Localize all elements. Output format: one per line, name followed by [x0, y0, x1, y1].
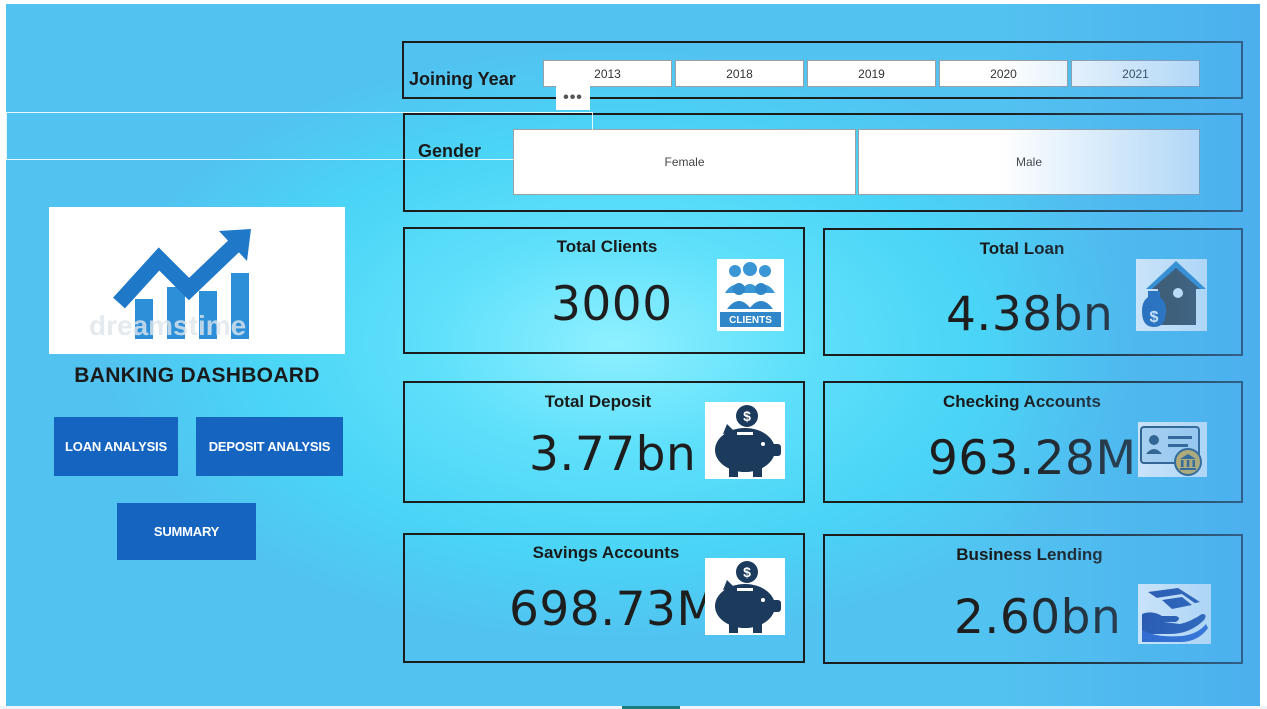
checking-accounts-value: 963.28M [928, 431, 1137, 486]
handshake-money-icon [1138, 584, 1211, 644]
year-option-2019[interactable]: 2019 [807, 60, 936, 87]
dashboard-title: BANKING DASHBOARD [74, 364, 320, 387]
piggy-bank-savings-icon: $ [705, 558, 785, 635]
business-lending-title: Business Lending [956, 545, 1103, 564]
more-options-icon[interactable]: ••• [556, 86, 590, 110]
clients-icon-label: CLIENTS [729, 315, 772, 326]
summary-button[interactable]: SUMMARY [117, 503, 256, 560]
svg-text:$: $ [1150, 309, 1159, 326]
svg-text:$: $ [743, 408, 751, 424]
clients-icon: CLIENTS [717, 259, 784, 331]
house-loan-icon: $ [1136, 259, 1207, 331]
savings-accounts-value: 698.73M [509, 582, 718, 637]
total-clients-value: 3000 [551, 277, 673, 332]
year-option-2018[interactable]: 2018 [675, 60, 804, 87]
joining-year-label: Joining Year [409, 69, 516, 89]
checking-accounts-title: Checking Accounts [942, 392, 1102, 411]
loan-analysis-button[interactable]: LOAN ANALYSIS [54, 417, 178, 476]
total-clients-title: Total Clients [556, 237, 658, 256]
dashboard-canvas: dreamstime BANKING DASHBOARD LOAN ANALYS… [6, 4, 1260, 706]
logo: dreamstime [49, 207, 345, 354]
trend-chart-icon: dreamstime [89, 229, 251, 341]
year-option-2013[interactable]: 2013 [543, 60, 672, 87]
account-card-icon [1138, 422, 1207, 477]
total-loan-value: 4.38bn [946, 287, 1114, 342]
total-loan-title: Total Loan [979, 239, 1065, 258]
business-lending-value: 2.60bn [954, 590, 1122, 645]
logo-watermark: dreamstime [89, 310, 246, 341]
total-deposit-value: 3.77bn [529, 427, 697, 482]
year-option-2020[interactable]: 2020 [939, 60, 1068, 87]
visual-selection-outline [6, 112, 593, 160]
piggy-bank-icon: $ [705, 402, 785, 479]
gender-option-male[interactable]: Male [858, 129, 1200, 195]
deposit-analysis-button[interactable]: DEPOSIT ANALYSIS [196, 417, 343, 476]
svg-text:$: $ [743, 564, 751, 580]
year-option-2021[interactable]: 2021 [1071, 60, 1200, 87]
